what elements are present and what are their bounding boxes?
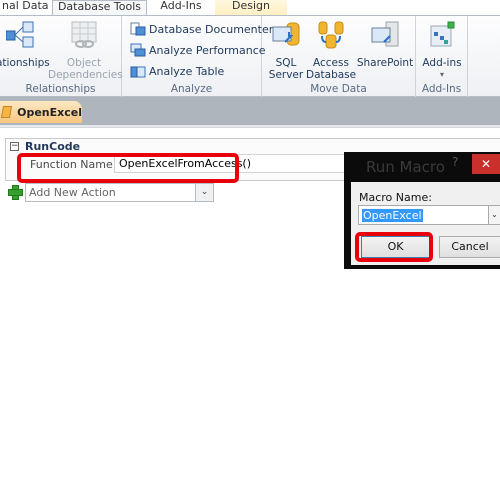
close-button[interactable]: ✕ <box>472 154 500 174</box>
add-new-action-placeholder: Add New Action <box>29 186 116 199</box>
access-database-label-2: Database <box>306 69 357 81</box>
dialog-title: Run Macro <box>366 158 445 176</box>
group-label-move-data: Move Data <box>310 83 367 95</box>
function-name-label: Function Name <box>30 158 113 171</box>
chevron-down-icon[interactable]: ⌄ <box>488 206 500 224</box>
analyze-performance-icon <box>130 43 146 57</box>
sql-server-label-1: SQL <box>275 57 297 69</box>
macro-name-combobox[interactable]: OpenExcel ⌄ <box>358 205 500 225</box>
sharepoint-label: SharePoint <box>356 57 414 69</box>
macro-name-value: OpenExcel <box>362 209 423 222</box>
access-database-icon <box>318 21 344 49</box>
help-icon[interactable]: ? <box>452 155 458 169</box>
sql-server-button[interactable]: SQL Server <box>266 20 306 81</box>
document-tab-openexcel[interactable]: OpenExcel <box>0 101 82 123</box>
tab-external-data[interactable]: nal Data <box>0 0 52 16</box>
group-label-analyze: Analyze <box>170 83 213 95</box>
add-ins-button[interactable]: Add-ins ▾ <box>418 20 466 81</box>
document-tab-label: OpenExcel <box>17 105 82 119</box>
document-tab-strip: OpenExcel <box>0 97 500 127</box>
add-ins-dropdown-arrow: ▾ <box>439 70 444 79</box>
run-macro-dialog: Run Macro ? ✕ Macro Name: OpenExcel ⌄ OK… <box>344 152 500 269</box>
analyze-performance-button[interactable]: Analyze Performance <box>130 41 266 59</box>
collapse-icon[interactable]: − <box>10 142 19 151</box>
dialog-body: Macro Name: OpenExcel ⌄ OK Cancel <box>351 182 500 265</box>
tab-add-ins[interactable]: Add-Ins <box>147 0 215 16</box>
object-dependencies-label-2: Dependencies <box>48 69 123 81</box>
macro-name-label: Macro Name: <box>359 191 432 204</box>
relationships-label: ationships <box>0 57 50 69</box>
ribbon: ationships Object Dependencies Relations… <box>0 15 500 97</box>
analyze-performance-label: Analyze Performance <box>149 43 266 57</box>
add-icon <box>8 185 23 200</box>
macro-icon <box>0 106 13 118</box>
add-new-action-select[interactable]: Add New Action ⌄ <box>25 183 214 202</box>
group-label-add-ins: Add-Ins <box>421 83 462 95</box>
group-relationships: ationships Object Dependencies Relations… <box>0 16 123 97</box>
group-move-data: SQL Server Access Database SharePoint Mo… <box>262 16 416 97</box>
ribbon-tab-bar: nal Data Database Tools Add-Ins Design <box>0 0 500 17</box>
action-name: RunCode <box>25 140 81 153</box>
access-database-label-1: Access <box>313 57 349 69</box>
database-documenter-label: Database Documenter <box>149 22 274 36</box>
sql-server-label-2: Server <box>268 69 304 81</box>
object-dependencies-icon <box>71 21 97 48</box>
cancel-button[interactable]: Cancel <box>439 236 500 258</box>
database-documenter-button[interactable]: Database Documenter <box>130 20 273 38</box>
sql-server-icon <box>272 22 300 46</box>
sharepoint-icon <box>371 21 399 47</box>
sharepoint-button[interactable]: SharePoint <box>356 20 414 69</box>
object-dependencies-button[interactable]: Object Dependencies <box>48 20 123 81</box>
relationships-icon <box>5 21 34 48</box>
access-database-button[interactable]: Access Database <box>306 20 356 81</box>
analyze-table-icon <box>130 66 146 78</box>
tab-design[interactable]: Design <box>215 0 287 16</box>
ok-button[interactable]: OK <box>361 236 430 258</box>
group-label-relationships: Relationships <box>25 83 96 95</box>
add-ins-label: Add-ins <box>422 57 462 69</box>
chevron-down-icon[interactable]: ⌄ <box>195 184 213 201</box>
group-add-ins: Add-ins ▾ Add-Ins <box>416 16 468 97</box>
object-dependencies-label-1: Object <box>66 57 102 69</box>
analyze-table-button[interactable]: Analyze Table <box>130 62 224 80</box>
relationships-button[interactable]: ationships <box>0 20 50 69</box>
analyze-table-label: Analyze Table <box>149 64 225 78</box>
add-ins-icon <box>430 21 455 47</box>
group-analyze: Database Documenter Analyze Performance … <box>122 16 273 97</box>
database-documenter-icon <box>130 22 146 36</box>
